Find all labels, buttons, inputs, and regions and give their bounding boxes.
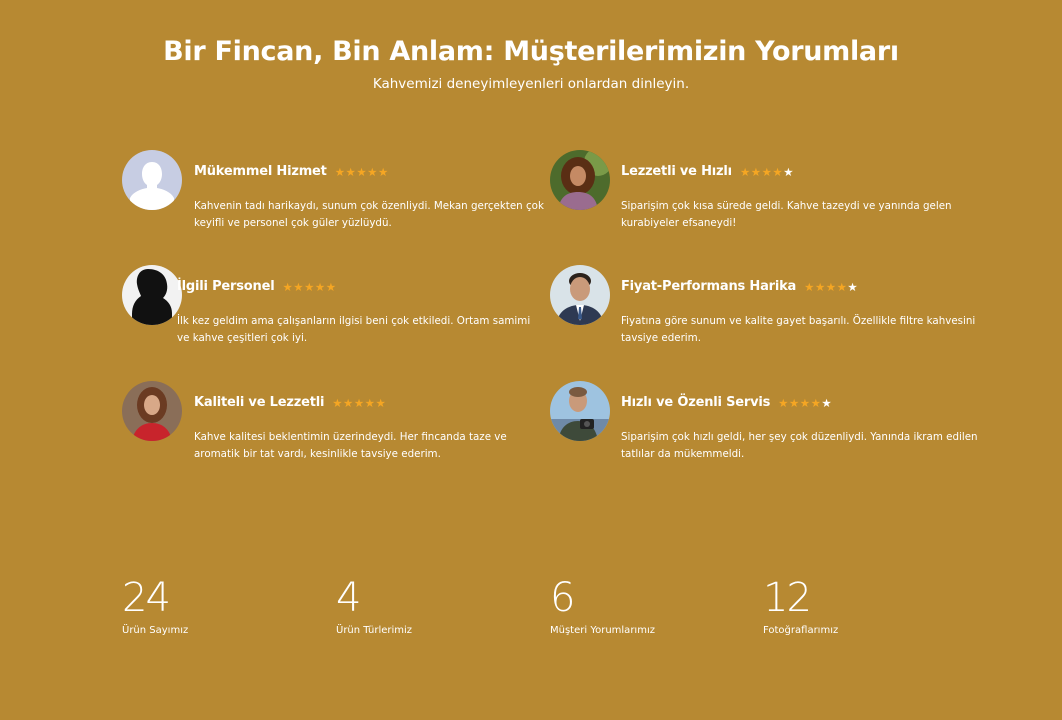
- star-rating: ★ ★ ★ ★ ★: [778, 397, 832, 409]
- star-icon: ★: [772, 164, 784, 179]
- star-icon: ★: [334, 164, 346, 179]
- review-title: Hızlı ve Özenli Servis: [621, 395, 771, 410]
- star-icon: ★: [325, 279, 337, 294]
- section-title: Bir Fincan, Bin Anlam: Müşterilerimizin …: [163, 36, 899, 67]
- review-title: Kaliteli ve Lezzetli: [194, 395, 325, 410]
- woman-red-scarf-photo: [122, 381, 182, 441]
- star-icon: ★: [304, 279, 315, 294]
- stat-value: 24: [122, 575, 171, 621]
- stat-label: Ürün Türlerimiz: [336, 625, 413, 636]
- default-avatar-icon: [122, 150, 182, 210]
- stat-label: Ürün Sayımız: [122, 625, 189, 636]
- star-icon: ★: [364, 395, 376, 410]
- star-icon: ★: [343, 395, 354, 410]
- man-suit-photo: [550, 265, 610, 325]
- star-icon: ★: [810, 395, 822, 410]
- review-title: Mükemmel Hizmet: [194, 164, 327, 179]
- star-icon: ★: [293, 279, 305, 294]
- star-rating: ★ ★ ★ ★ ★: [335, 166, 389, 178]
- review-text: İlk kez geldim ama çalışanların ilgisi b…: [177, 315, 531, 344]
- star-rating: ★ ★ ★ ★ ★: [804, 281, 858, 293]
- star-icon: ★: [825, 279, 837, 294]
- review-title: İlgili Personel: [177, 279, 275, 294]
- star-icon: ★: [778, 395, 789, 410]
- section-header: Bir Fincan, Bin Anlam: Müşterilerimizin …: [0, 33, 1062, 93]
- star-icon: ★: [332, 395, 344, 410]
- star-icon: ★: [377, 164, 389, 179]
- star-icon: ★: [750, 164, 762, 179]
- stat-label: Müşteri Yorumlarımız: [550, 625, 655, 636]
- star-icon: ★: [836, 279, 848, 294]
- star-rating: ★ ★ ★ ★ ★: [332, 397, 386, 409]
- star-icon: ★: [345, 164, 357, 179]
- star-icon: ★: [356, 164, 368, 179]
- star-icon: ★: [375, 395, 387, 410]
- star-icon: ★: [739, 164, 751, 179]
- silhouette-photo: [122, 265, 182, 325]
- review-text: Siparişim çok hızlı geldi, her şey çok d…: [621, 431, 978, 460]
- review-text: Siparişim çok kısa sürede geldi. Kahve t…: [621, 200, 952, 229]
- star-icon: ★: [761, 164, 773, 179]
- star-rating: ★ ★ ★ ★ ★: [282, 281, 336, 293]
- review-title: Lezzetli ve Hızlı: [621, 164, 732, 179]
- star-icon: ★: [799, 395, 811, 410]
- star-icon: ★: [783, 164, 794, 179]
- star-icon: ★: [353, 395, 365, 410]
- stat-customer-reviews: 6 Müşteri Yorumlarımız: [550, 575, 655, 636]
- stat-value: 4: [336, 575, 361, 621]
- review-text: Fiyatına göre sunum ve kalite gayet başa…: [621, 315, 976, 344]
- star-icon: ★: [847, 279, 859, 294]
- star-icon: ★: [814, 279, 826, 294]
- stat-value: 12: [763, 575, 812, 621]
- star-icon: ★: [282, 279, 294, 294]
- stat-value: 6: [550, 575, 575, 621]
- star-icon: ★: [367, 164, 378, 179]
- woman-curly-hair-photo: [550, 150, 610, 210]
- stat-product-count: 24 Ürün Sayımız: [122, 575, 188, 636]
- star-icon: ★: [821, 395, 833, 410]
- stat-label: Fotoğraflarımız: [763, 625, 839, 636]
- man-camera-photo: [550, 381, 610, 441]
- section-subtitle: Kahvemizi deneyimleyenleri onlardan dinl…: [372, 76, 690, 92]
- review-text: Kahve kalitesi beklentimin üzerindeydi. …: [194, 431, 507, 460]
- review-title: Fiyat-Performans Harika: [621, 279, 797, 294]
- review-text: Kahvenin tadı harikaydı, sunum çok özenl…: [194, 200, 544, 229]
- star-icon: ★: [314, 279, 326, 294]
- stat-product-types: 4 Ürün Türlerimiz: [336, 575, 412, 636]
- stat-photos: 12 Fotoğraflarımız: [763, 575, 838, 636]
- star-icon: ★: [804, 279, 815, 294]
- star-rating: ★ ★ ★ ★ ★: [740, 166, 794, 178]
- star-icon: ★: [788, 395, 800, 410]
